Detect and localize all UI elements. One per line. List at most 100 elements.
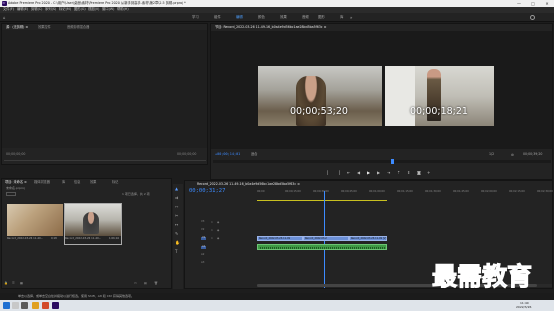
search-icon[interactable]: [530, 15, 535, 20]
program-scrubber[interactable]: [213, 159, 551, 164]
ripple-edit-tool-icon[interactable]: ⇿: [175, 204, 178, 209]
browser-icon[interactable]: [42, 302, 49, 309]
lock-icon[interactable]: 🔒: [4, 281, 8, 285]
workspace-assembly[interactable]: 组件: [214, 15, 221, 19]
new-item-icon[interactable]: ▤: [144, 281, 147, 285]
icon-view-icon[interactable]: ▦: [20, 281, 23, 285]
maximize-button[interactable]: □: [526, 0, 540, 7]
tab-effects[interactable]: 效果: [90, 180, 96, 184]
timeline-clip-video[interactable]: Record_2022-03-26 11-49 [V]: [349, 236, 387, 241]
menu-graphics[interactable]: 图形(G): [74, 7, 86, 11]
workspace-effects[interactable]: 效果: [280, 15, 287, 19]
go-to-in-icon[interactable]: ⇤: [347, 170, 350, 175]
source-viewer[interactable]: [2, 30, 207, 148]
windows-start-icon[interactable]: [3, 302, 10, 309]
step-back-icon[interactable]: ◀: [357, 170, 360, 175]
new-bin-icon[interactable]: ▭: [134, 281, 137, 285]
search-icon[interactable]: [12, 302, 19, 309]
wrench-icon[interactable]: ⚙: [511, 153, 514, 157]
extract-icon[interactable]: ⇞: [407, 170, 410, 175]
selection-tool-icon[interactable]: ▲: [175, 186, 178, 191]
clip-duration: 0;18: [51, 237, 57, 240]
workspace-audio[interactable]: 音频: [302, 15, 309, 19]
program-playhead[interactable]: [391, 159, 394, 164]
track-label-v1[interactable]: V1: [201, 236, 207, 240]
workspace-learn[interactable]: 学习: [192, 15, 199, 19]
resolution-dropdown[interactable]: 1/2: [489, 152, 494, 156]
play-icon[interactable]: ▶: [367, 170, 370, 175]
step-forward-icon[interactable]: ▶: [377, 170, 380, 175]
task-view-icon[interactable]: [21, 302, 28, 309]
mark-in-icon[interactable]: ▏: [327, 170, 330, 175]
lift-icon[interactable]: ⇡: [397, 170, 400, 175]
timeline-timecode[interactable]: 00;00;31;27: [189, 188, 225, 195]
workspace-color[interactable]: 颜色: [258, 15, 265, 19]
menu-marker[interactable]: 标记(M): [59, 7, 71, 11]
type-tool-icon[interactable]: T: [175, 249, 177, 254]
source-scrubber[interactable]: [4, 160, 206, 161]
track-select-tool-icon[interactable]: ⇉: [175, 195, 178, 200]
menu-sequence[interactable]: 序列(S): [45, 7, 56, 11]
track-label-a2: A2: [201, 253, 205, 256]
go-to-out-icon[interactable]: ⇥: [387, 170, 390, 175]
tab-effect-controls[interactable]: 效果控件: [38, 25, 51, 29]
status-bar: 单击以选择，或单击空白处并拖动以进行框选。使用 Shift、Alt 和 Ctrl…: [0, 293, 554, 300]
eye-icon[interactable]: ◉: [217, 229, 219, 232]
lock-icon[interactable]: ▫: [211, 229, 213, 232]
more-workspaces-icon[interactable]: »: [350, 16, 352, 20]
mark-out-icon[interactable]: ▕: [337, 170, 340, 175]
tab-media-browser[interactable]: 媒体浏览器: [34, 180, 50, 184]
workspace-editing[interactable]: 编辑: [236, 15, 243, 19]
wall: [385, 66, 415, 126]
project-search-input[interactable]: [6, 192, 16, 196]
track-label-a1[interactable]: A1: [201, 245, 207, 249]
add-button-icon[interactable]: +: [427, 170, 430, 175]
tab-audio-clip-mixer[interactable]: 音频剪辑混合器: [67, 25, 89, 29]
clock-date: 2022/3/26: [516, 305, 532, 309]
workspace-graphics[interactable]: 图形: [318, 15, 325, 19]
tab-project[interactable]: 项目: 未命名 ≡: [5, 180, 27, 184]
menu-clip[interactable]: 剪辑(C): [31, 7, 42, 11]
work-area-bar[interactable]: [257, 200, 387, 201]
timeline-ruler[interactable]: 00;00 00;00;15;00 00;00;30;00 00;00;45;0…: [257, 190, 553, 197]
program-viewer[interactable]: 00;00;53;20 00;00;18;21: [211, 31, 552, 149]
tab-sequence[interactable]: Record_2022-03-26 11-49-16_b0a4e9d56bc1a…: [197, 182, 300, 186]
lock-icon[interactable]: ▫: [211, 237, 213, 240]
export-frame-icon[interactable]: ◙: [417, 170, 421, 175]
program-timecode[interactable]: +00;00;14;01: [215, 152, 240, 157]
premiere-taskbar-icon[interactable]: [52, 302, 59, 309]
menu-help[interactable]: 帮助(H): [117, 7, 129, 11]
lock-icon[interactable]: ▫: [211, 221, 213, 224]
menu-edit[interactable]: 编辑(E): [17, 7, 28, 11]
close-button[interactable]: ✕: [540, 0, 554, 7]
eye-icon[interactable]: ◉: [217, 221, 219, 224]
timeline-clip-video[interactable]: Record_2022-03-2: [303, 236, 349, 241]
tab-libraries[interactable]: 库: [62, 180, 65, 184]
eye-icon[interactable]: ◉: [217, 237, 219, 240]
hand-tool-icon[interactable]: ✋: [175, 240, 180, 245]
fit-dropdown[interactable]: 适合: [251, 152, 257, 156]
project-item-count: 1 项已选择，共 2 项: [122, 192, 150, 196]
timeline-clip-video[interactable]: Record_2022-03-26 11-49: [257, 236, 303, 241]
tab-source[interactable]: 源：(无剪辑) ≡: [6, 25, 28, 29]
razor-tool-icon[interactable]: ✂: [175, 213, 178, 218]
tab-markers[interactable]: 标记: [112, 180, 118, 184]
file-explorer-icon[interactable]: [32, 302, 39, 309]
minimize-button[interactable]: —: [512, 0, 526, 7]
watermark-logo: 最需教育: [431, 262, 533, 291]
project-item[interactable]: Record_2022-03-26 11-49... 1;06;16: [64, 203, 122, 245]
slip-tool-icon[interactable]: ↔: [175, 222, 178, 227]
home-icon[interactable]: ⌂: [3, 15, 8, 20]
list-view-icon[interactable]: ☰: [12, 281, 15, 285]
pen-tool-icon[interactable]: ✎: [175, 231, 178, 236]
timeline-clip-audio[interactable]: [257, 244, 387, 250]
delete-icon[interactable]: 🗑: [154, 281, 158, 285]
menu-window[interactable]: 窗口(W): [102, 7, 114, 11]
menu-file[interactable]: 文件(F): [3, 7, 14, 11]
menu-view[interactable]: 视图(V): [88, 7, 99, 11]
tab-program[interactable]: 节目: Record_2022-03-26 11-49-16_b0a4e9d56…: [215, 25, 326, 29]
workspace-libraries[interactable]: 库: [340, 15, 343, 19]
project-item[interactable]: Record_2022-03-26 11-49... 0;18: [7, 204, 63, 244]
tab-info[interactable]: 信息: [74, 180, 80, 184]
track-label-a3: A3: [201, 261, 205, 264]
